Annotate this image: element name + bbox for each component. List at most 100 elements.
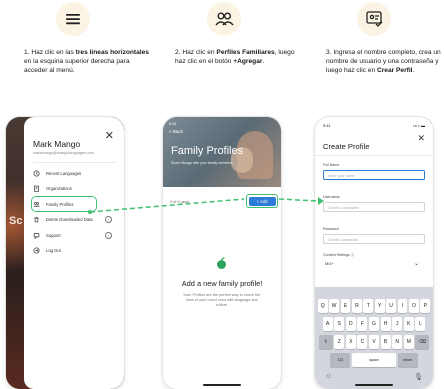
shift-key[interactable]: ⇧ [318, 335, 333, 349]
key[interactable]: C [357, 335, 368, 349]
emoji-icon[interactable]: ☺ [325, 373, 332, 381]
password-field[interactable]: Create a password [323, 234, 425, 244]
key[interactable]: J [392, 317, 403, 331]
close-icon[interactable]: ✕ [417, 133, 425, 144]
menu-item-label: Recent Languages [46, 170, 82, 176]
key[interactable]: M [403, 335, 414, 349]
key[interactable]: L [415, 317, 426, 331]
microphone-icon[interactable]: 🎙 [414, 373, 423, 381]
clock-icon [33, 169, 40, 177]
empty-state-title: Add a new family profile! [181, 279, 263, 288]
menu-item-support[interactable]: Support i [33, 229, 116, 241]
people-icon [207, 2, 241, 36]
chevron-down-icon: ⌄ [413, 261, 419, 267]
numbers-key[interactable]: 123 [330, 353, 351, 367]
key[interactable]: W [329, 299, 339, 313]
keyboard-row: A S D F G H J K L [317, 317, 431, 331]
key[interactable]: Q [317, 299, 328, 313]
hamburger-menu-icon [56, 2, 90, 36]
page-title: Create Profile [323, 142, 370, 151]
full-name-label: Full Name [323, 163, 340, 167]
key[interactable]: H [380, 317, 391, 331]
close-icon[interactable]: ✕ [105, 129, 114, 142]
menu-item-log-out[interactable]: Log Out [33, 245, 116, 257]
onscreen-keyboard: Q W E R T Y U I O P A S D F G H J K L ⇧ … [315, 287, 433, 389]
keyboard-row: ⇧ Z X C V B N M ⌫ [317, 335, 431, 349]
divider [33, 162, 116, 163]
menu-item-label: Log Out [46, 248, 61, 253]
profile-card-icon [357, 2, 391, 36]
profiles-used-count: 0 of 5 used [170, 200, 189, 204]
key[interactable]: O [409, 299, 419, 313]
page-subtitle: Share Mango with your family members [171, 161, 233, 165]
key[interactable]: X [345, 335, 356, 349]
menu-item-label: Support [46, 232, 61, 238]
status-time: 9:41 [169, 121, 177, 126]
phone-family-profiles-screen: 9:41 < Back Family Profiles Share Mango … [163, 117, 281, 389]
page-title: Family Profiles [171, 145, 244, 157]
menu-item-label: Organizations [46, 186, 72, 191]
key[interactable]: V [369, 335, 379, 349]
key[interactable]: E [340, 299, 351, 313]
key[interactable]: K [403, 317, 414, 331]
keyboard-row: Q W E R T Y U I O P [317, 299, 431, 313]
key[interactable]: Y [374, 299, 385, 313]
key[interactable]: B [380, 335, 391, 349]
space-key[interactable]: space [352, 353, 396, 367]
key[interactable]: D [345, 317, 356, 331]
username-label: Username [323, 195, 340, 199]
user-name: Mark Mango [33, 139, 81, 149]
menu-item-label: Delete Downloaded Data [46, 217, 93, 222]
menu-item-delete-downloaded-data[interactable]: Delete Downloaded Data i [33, 214, 116, 226]
password-label: Password [323, 227, 339, 231]
add-profile-button[interactable]: + Add [248, 196, 276, 206]
side-menu: ✕ Mark Mango markmango@mangolanguages.co… [24, 117, 124, 389]
full-name-field[interactable]: Enter your name [323, 170, 425, 180]
menu-item-recent-languages[interactable]: Recent Languages [33, 167, 116, 179]
building-icon [33, 185, 40, 192]
key[interactable]: G [369, 317, 379, 331]
mango-mascot-icon [215, 257, 228, 270]
key[interactable]: I [397, 299, 408, 313]
key[interactable]: T [363, 299, 374, 313]
step-2-instructions: 2. Haz clic en Perfiles Familiares, lueg… [175, 49, 295, 65]
info-icon[interactable]: i [105, 216, 112, 223]
key[interactable]: Z [334, 335, 345, 349]
info-icon[interactable]: i [105, 231, 112, 239]
key[interactable]: A [322, 317, 333, 331]
back-button[interactable]: < Back [169, 129, 183, 134]
phone-menu-screen: Sc ✕ Mark Mango markmango@mangolanguages… [6, 117, 124, 389]
trash-icon [33, 216, 40, 223]
menu-item-family-profiles[interactable]: Family Profiles [31, 196, 97, 212]
key[interactable]: S [334, 317, 345, 331]
logout-icon [33, 247, 40, 254]
status-time: 9:41 [323, 123, 331, 128]
status-icons: •ıl ≈ ▬ [413, 123, 425, 128]
user-email: markmango@mangolanguages.com [33, 151, 95, 155]
return-key[interactable]: return [397, 353, 418, 367]
divider [315, 155, 433, 156]
key[interactable]: R [351, 299, 362, 313]
backspace-key[interactable]: ⌫ [415, 335, 430, 349]
home-indicator [203, 384, 241, 386]
username-field[interactable]: Create a username [323, 202, 425, 212]
step-3-instructions: 3. Ingresa el nombre completo, crea un n… [326, 49, 441, 74]
content-settings-label: Content Settings ⓘ [323, 253, 355, 257]
background-text: Sc [9, 215, 23, 227]
key[interactable]: N [392, 335, 403, 349]
menu-item-label: Family Profiles [46, 201, 74, 207]
empty-state-text: User Profiles are the perfect way to enr… [183, 293, 261, 307]
home-indicator [355, 384, 393, 386]
content-settings-value: MG+ [325, 261, 334, 266]
key[interactable]: P [420, 299, 431, 313]
keyboard-bottom-bar: ☺ 🎙 [325, 373, 423, 381]
key[interactable]: F [357, 317, 368, 331]
phone-create-profile-screen: 9:41 •ıl ≈ ▬ ✕ Create Profile Full Name … [315, 117, 433, 389]
add-button-highlight: + Add [246, 194, 278, 208]
family-icon [33, 201, 40, 208]
menu-item-organizations[interactable]: Organizations [33, 183, 116, 195]
keyboard-row: 123 space return [317, 353, 431, 367]
step-1-instructions: 1. Haz clic en las tres líneas horizonta… [24, 49, 149, 74]
content-settings-select[interactable]: MG+ ⌄ [323, 259, 425, 269]
key[interactable]: U [386, 299, 397, 313]
